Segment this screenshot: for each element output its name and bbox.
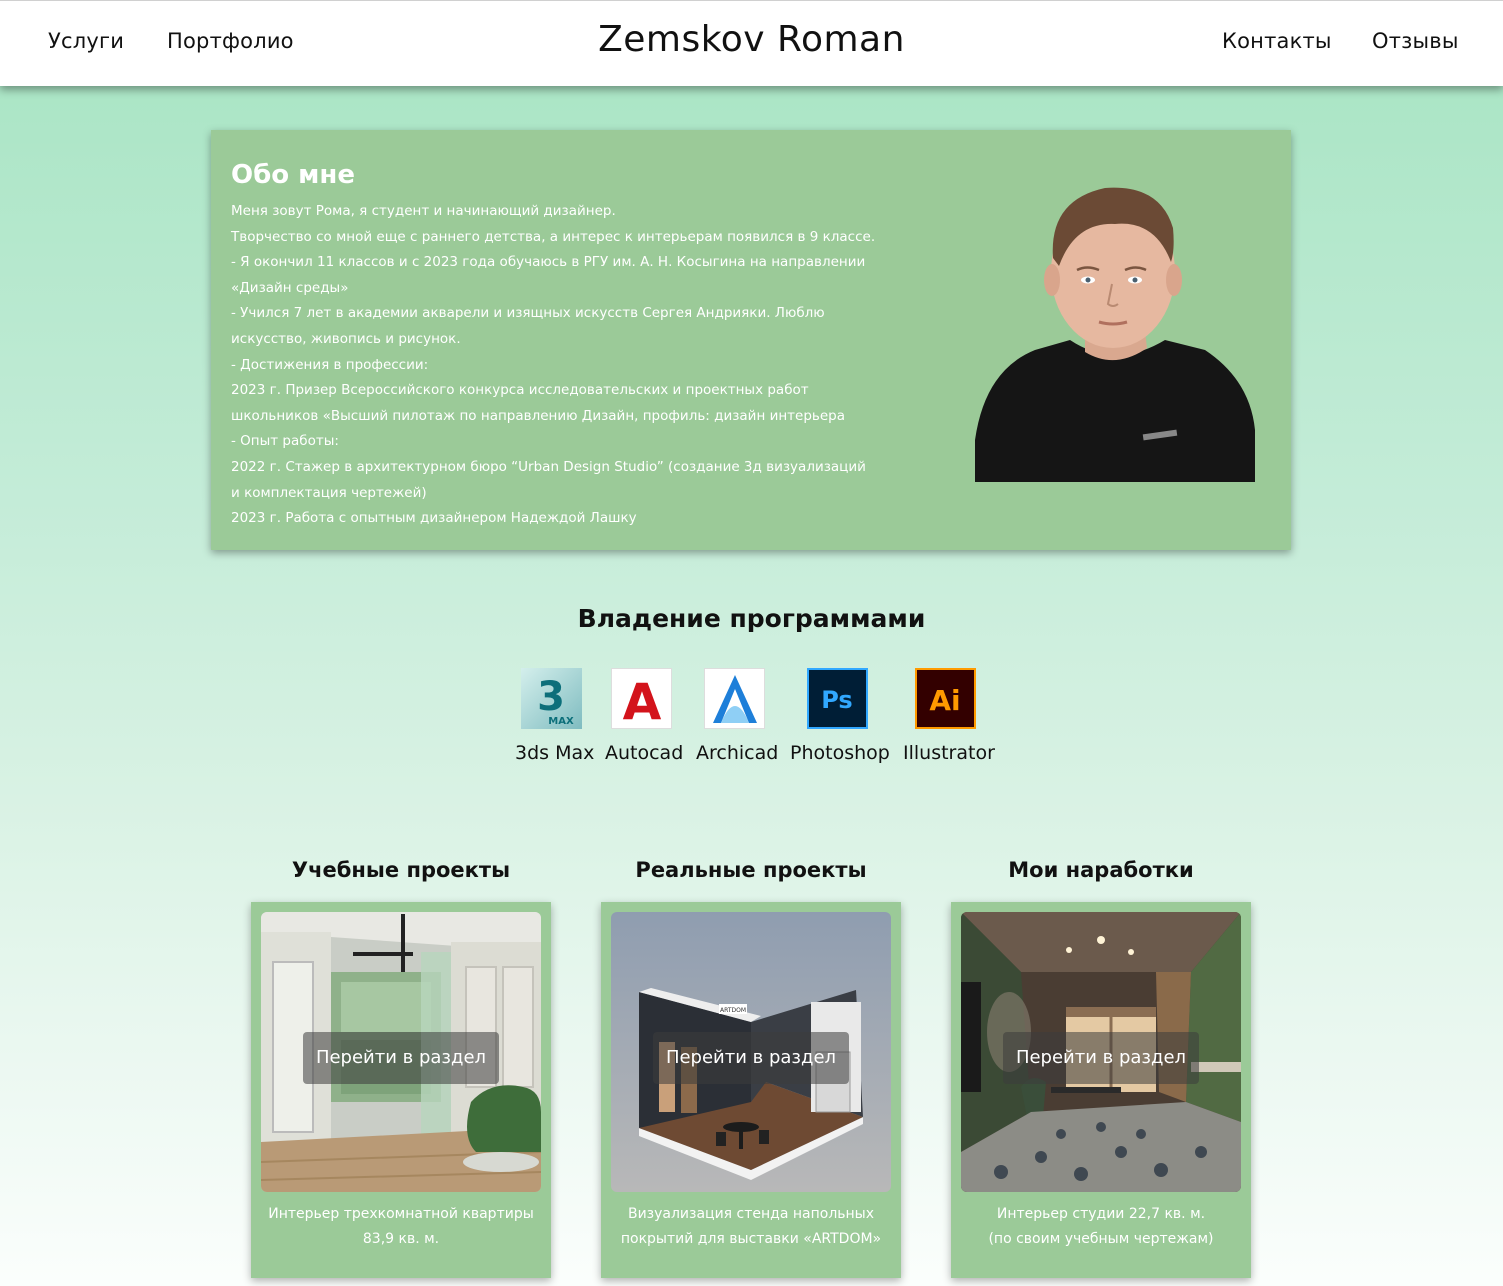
caption-line: 83,9 кв. м. [362,1231,440,1247]
nav-link-contacts[interactable]: Контакты [1222,29,1332,53]
about-line: и комплектация чертежей) [231,484,427,501]
about-line: 2023 г. Призер Всероссийского конкурса и… [231,382,809,399]
project-column-real: Реальные проекты ARTDOM Перейти в раздел… [601,858,901,1278]
photoshop-glyph: Ps [821,686,852,714]
about-line: искусство, живопись и рисунок. [231,330,461,347]
project-card-personal[interactable]: Перейти в раздел Интерьер студии 22,7 кв… [951,902,1251,1278]
project-image-exhibition-stand: ARTDOM Перейти в раздел [611,912,891,1192]
autocad-glyph: A [622,673,661,730]
project-title: Мои наработки [1008,858,1194,882]
illustrator-icon: Ai [914,668,976,729]
about-text: Меня зовут Рома, я студент и начинающий … [231,199,876,532]
illustrator-glyph: Ai [929,684,960,717]
about-line: - Достижения в профессии: [231,356,429,373]
about-line: 2022 г. Стажер в архитектурном бюро “Urb… [231,458,866,475]
about-line: - Я окончил 11 классов и с 2023 года обу… [231,254,866,271]
about-line: «Дизайн среды» [231,279,349,296]
project-column-personal: Мои наработки Перейти в раздел Интерьер … [951,858,1251,1278]
about-line: - Опыт работы: [231,433,339,450]
project-image-studio-interior: Перейти в раздел [961,912,1241,1192]
caption-line: (по своим учебным чертежам) [988,1231,1214,1247]
project-caption: Интерьер трехкомнатной квартиры 83,9 кв.… [251,1202,551,1252]
profile-photo [975,180,1255,482]
project-title: Учебные проекты [291,858,511,882]
3ds-max-icon: 3 MAX [520,668,582,729]
project-card-study[interactable]: Перейти в раздел Интерьер трехкомнатной … [251,902,551,1278]
caption-line: Визуализация стенда напольных [627,1206,875,1222]
caption-line: покрытий для выставки «ARTDOM» [620,1231,882,1247]
project-caption: Визуализация стенда напольных покрытий д… [601,1202,901,1252]
archicad-icon [703,668,765,729]
software-item-autocad: A Autocad [605,668,684,764]
3ds-max-glyph: 3 [537,674,565,720]
software-label: Photoshop [790,742,890,764]
go-to-section-button[interactable]: Перейти в раздел [653,1032,849,1084]
about-line: - Учился 7 лет в академии акварели и изя… [231,305,825,322]
project-card-real[interactable]: ARTDOM Перейти в раздел Визуализация сте… [601,902,901,1278]
photoshop-icon: Ps [806,668,868,729]
about-line: Творчество со мной еще с раннего детства… [231,228,876,245]
about-line: Меня зовут Рома, я студент и начинающий … [231,203,616,219]
go-to-section-button[interactable]: Перейти в раздел [1003,1032,1199,1084]
go-to-section-button[interactable]: Перейти в раздел [303,1032,499,1084]
project-title: Реальные проекты [635,858,867,882]
software-label: Illustrator [903,742,995,764]
stand-brand-label: ARTDOM [720,1007,746,1014]
about-line: 2023 г. Работа с опытным дизайнером Наде… [231,510,637,527]
caption-line: Интерьер трехкомнатной квартиры [268,1206,534,1222]
software-item-archicad: Archicad [696,668,779,764]
software-label: 3ds Max [515,742,595,764]
software-item-3dsmax: 3 MAX 3ds Max [515,668,595,764]
software-label: Archicad [696,742,779,764]
about-title: Обо мне [231,160,356,190]
software-item-illustrator: Ai Illustrator [903,668,995,764]
about-line: школьников «Высший пилотаж по направлени… [231,407,846,424]
project-column-study: Учебные проекты Перейти в раздел Интерье… [251,858,551,1278]
site-header: Услуги Портфолио Zemskov Roman Контакты … [0,0,1503,86]
project-caption: Интерьер студии 22,7 кв. м. (по своим уч… [951,1202,1251,1252]
nav-link-reviews[interactable]: Отзывы [1372,29,1459,53]
software-item-photoshop: Ps Photoshop [790,668,890,764]
caption-line: Интерьер студии 22,7 кв. м. [996,1206,1206,1222]
3ds-max-sub-glyph: MAX [548,716,574,727]
autocad-icon: A [610,668,672,731]
software-label: Autocad [605,742,684,764]
project-image-apartment-interior: Перейти в раздел [261,912,541,1192]
software-section-title: Владение программами [577,604,926,633]
about-card: Обо мне Меня зовут Рома, я студент и нач… [211,130,1291,550]
